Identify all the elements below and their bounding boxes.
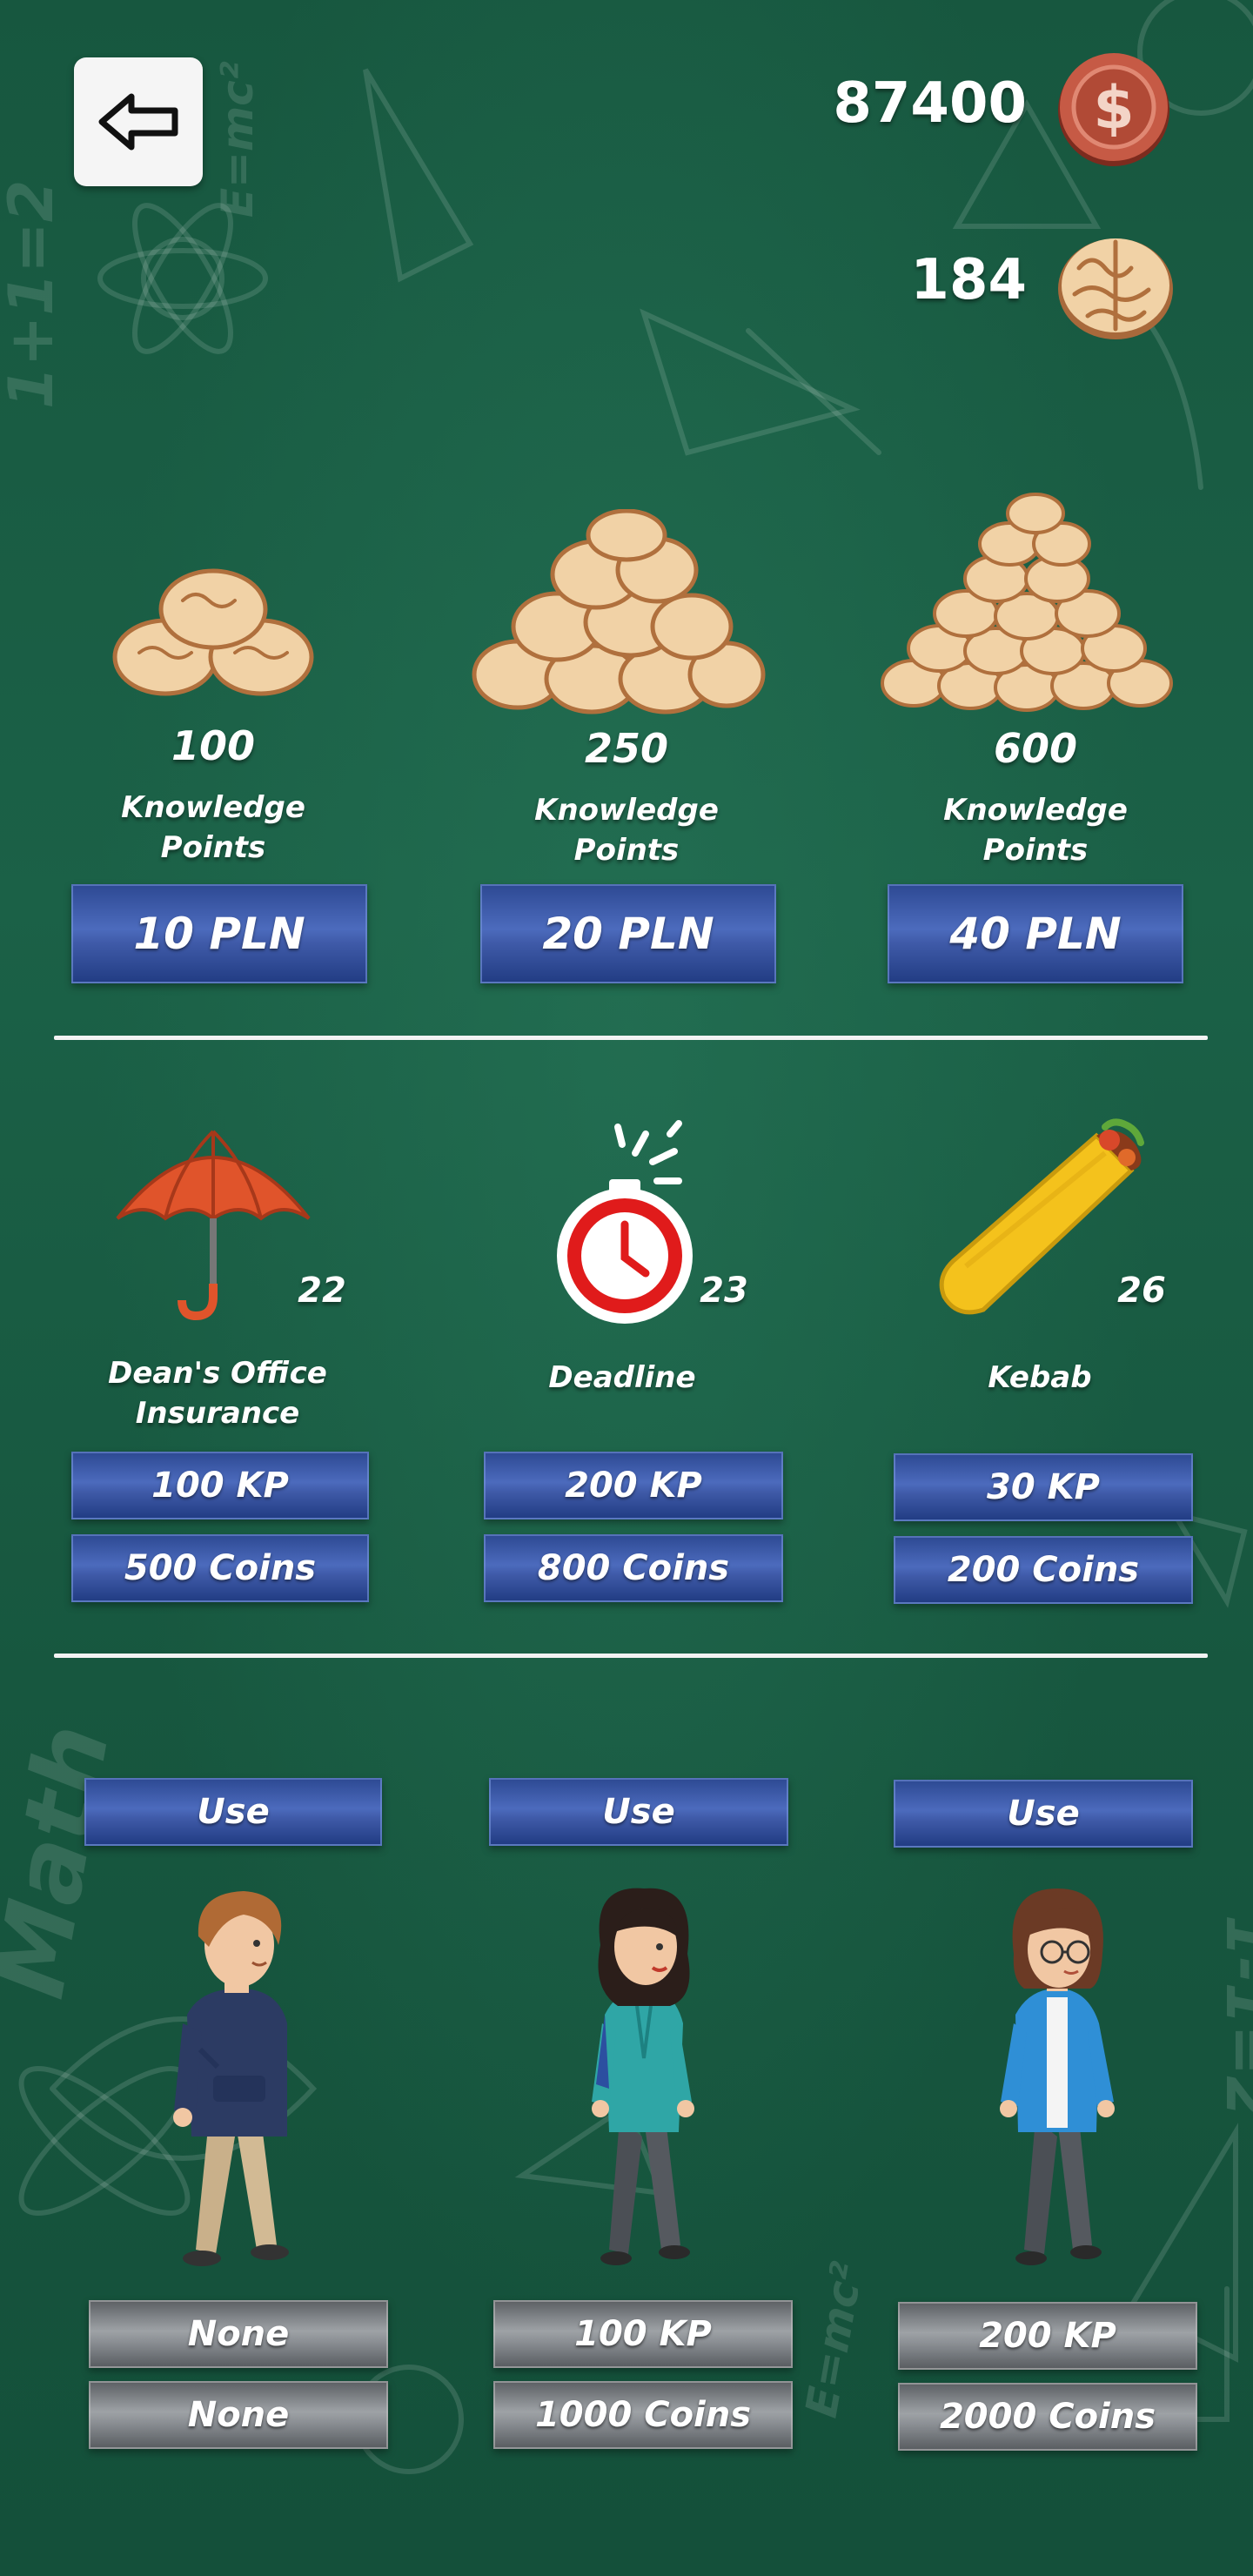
character-1-buy-coins-button[interactable]: None: [89, 2381, 388, 2449]
kp-pack-1-amount: 100: [171, 722, 256, 769]
brain-pile-medium-icon: [472, 509, 766, 714]
item-2-coin-price: 800 Coins: [537, 1548, 730, 1588]
character-2-coin-price: 1000 Coins: [534, 2395, 752, 2435]
brain-icon: [1053, 225, 1179, 346]
item-2-buy-coins-button[interactable]: 800 Coins: [484, 1534, 783, 1602]
item-2-buy-kp-button[interactable]: 200 KP: [484, 1452, 783, 1519]
brain-pile-large-icon: [881, 493, 1173, 712]
kp-pack-3-amount: 600: [993, 725, 1078, 772]
character-3-coin-price: 2000 Coins: [939, 2397, 1156, 2437]
character-3-buy-kp-button[interactable]: 200 KP: [898, 2302, 1197, 2370]
item-3-owned-count: 26: [1117, 1271, 1166, 1311]
buy-kp-pack-3-price: 40 PLN: [949, 909, 1122, 959]
item-3-buy-kp-button[interactable]: 30 KP: [894, 1453, 1193, 1521]
character-2-kp-price: 100 KP: [574, 2314, 712, 2354]
character-3-use-label: Use: [1007, 1794, 1080, 1834]
buy-kp-pack-1-price: 10 PLN: [133, 909, 305, 959]
item-2-name: Deadline: [548, 1360, 696, 1395]
kp-pack-3-label: Knowledge Points: [943, 793, 1128, 868]
dollar-coin-icon: $: [1053, 48, 1175, 170]
coins-balance: 87400: [833, 71, 1027, 136]
kp-pack-1-label: Knowledge Points: [121, 790, 305, 865]
item-1-buy-kp-button[interactable]: 100 KP: [71, 1452, 369, 1519]
svg-text:E=mc²: E=mc²: [796, 2258, 873, 2421]
item-1-coin-price: 500 Coins: [124, 1548, 317, 1588]
character-3-avatar[interactable]: [970, 1884, 1144, 2276]
item-1-kp-price: 100 KP: [151, 1466, 289, 1506]
character-2-use-button[interactable]: Use: [489, 1778, 788, 1846]
svg-text:1+1=2: 1+1=2: [0, 180, 67, 409]
character-2-use-label: Use: [602, 1792, 675, 1832]
brain-pile-small-icon: [112, 568, 314, 696]
item-2-kp-price: 200 KP: [565, 1466, 702, 1506]
kp-pack-2-amount: 250: [584, 725, 669, 772]
character-3-use-button[interactable]: Use: [894, 1780, 1193, 1848]
character-3-kp-price: 200 KP: [979, 2316, 1116, 2356]
kp-pack-2-label: Knowledge Points: [534, 793, 719, 868]
section-divider-2: [54, 1654, 1208, 1658]
character-3-buy-coins-button[interactable]: 2000 Coins: [898, 2383, 1197, 2451]
svg-text:E=mc²: E=mc²: [212, 61, 263, 218]
character-1-use-button[interactable]: Use: [84, 1778, 382, 1846]
character-1-buy-kp-button[interactable]: None: [89, 2300, 388, 2368]
umbrella-icon: [116, 1130, 311, 1321]
buy-kp-pack-3-button[interactable]: 40 PLN: [888, 884, 1183, 983]
svg-text:$: $: [1093, 74, 1134, 143]
item-3-name: Kebab: [988, 1360, 1092, 1395]
item-3-kp-price: 30 KP: [987, 1467, 1100, 1507]
item-1-owned-count: 22: [298, 1271, 346, 1311]
character-1-coin-price: None: [187, 2395, 290, 2435]
item-3-buy-coins-button[interactable]: 200 Coins: [894, 1536, 1193, 1604]
stopwatch-bomb-icon: [557, 1120, 693, 1324]
buy-kp-pack-2-button[interactable]: 20 PLN: [480, 884, 776, 983]
character-2-buy-kp-button[interactable]: 100 KP: [493, 2300, 793, 2368]
character-2-avatar[interactable]: [557, 1884, 731, 2276]
item-2-owned-count: 23: [700, 1271, 748, 1311]
item-1-name: Dean's Office Insurance: [108, 1356, 327, 1431]
buy-kp-pack-1-button[interactable]: 10 PLN: [71, 884, 367, 983]
arrow-left-icon: [98, 93, 178, 151]
character-2-buy-coins-button[interactable]: 1000 Coins: [493, 2381, 793, 2449]
character-1-avatar[interactable]: [148, 1884, 331, 2276]
svg-text:Math: Math: [0, 1716, 131, 2005]
item-1-buy-coins-button[interactable]: 500 Coins: [71, 1534, 369, 1602]
svg-text:1-1=2: 1-1=2: [1212, 1915, 1253, 2118]
character-1-use-label: Use: [197, 1792, 270, 1832]
knowledge-points-balance: 184: [910, 248, 1027, 312]
character-1-kp-price: None: [187, 2314, 290, 2354]
back-button[interactable]: [74, 57, 203, 186]
buy-kp-pack-2-price: 20 PLN: [542, 909, 714, 959]
item-3-coin-price: 200 Coins: [947, 1550, 1140, 1590]
section-divider-1: [54, 1036, 1208, 1040]
